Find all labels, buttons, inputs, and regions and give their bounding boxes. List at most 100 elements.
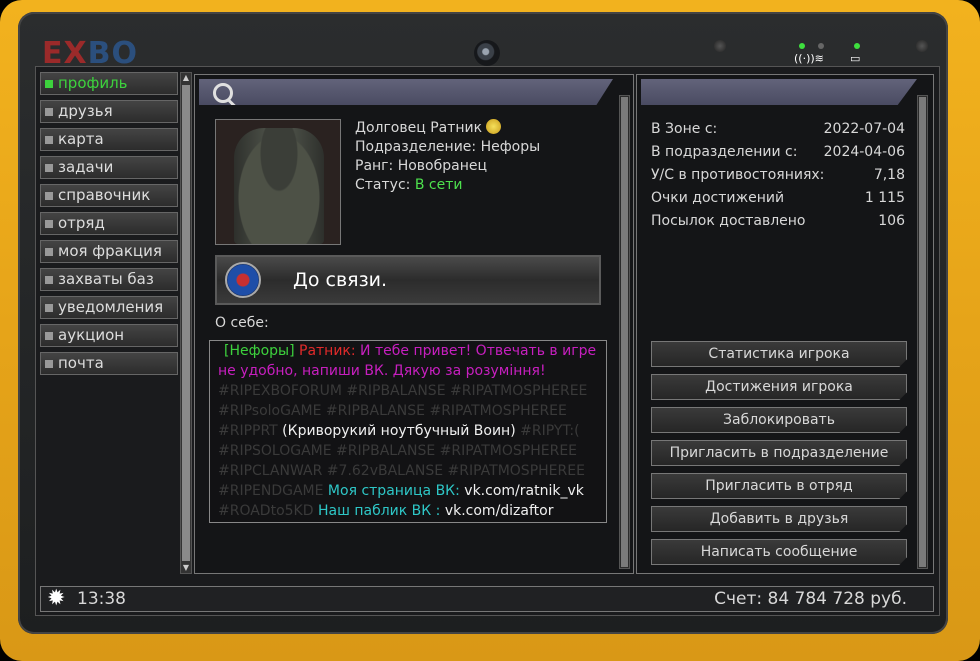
about-tag: #RIPYT:( (515, 423, 580, 439)
player-achievements-button[interactable]: Достижения игрока (651, 374, 907, 400)
stat-value: 7,18 (873, 167, 905, 183)
wifi-icon: ((·))≋ (794, 52, 824, 65)
sidebar-item-friends[interactable]: друзья (40, 100, 178, 123)
bullet-icon (45, 331, 53, 340)
scroll-down-icon[interactable]: ▼ (182, 563, 190, 573)
about-line: не удобно, напиши ВК. Дякую за розуміння… (218, 363, 546, 379)
profile-scrollbar[interactable] (619, 95, 630, 569)
sidebar: профиль друзья карта задачи справочник о… (40, 72, 178, 380)
stat-label: Очки достижений (651, 190, 785, 206)
sidebar-item-profile[interactable]: профиль (40, 72, 178, 95)
about-line: Моя страница ВК: (323, 483, 460, 499)
block-button[interactable]: Заблокировать (651, 407, 907, 433)
scroll-thumb[interactable] (919, 97, 926, 567)
account-balance: Счет: 84 784 728 руб. (714, 589, 907, 609)
sidebar-scrollbar[interactable]: ▲ ▼ (180, 72, 192, 574)
sun-icon: ✹ (47, 586, 66, 611)
stat-row: Очки достижений 1 115 (651, 190, 905, 206)
add-friend-button[interactable]: Добавить в друзья (651, 506, 907, 532)
bullet-icon (45, 247, 53, 256)
stats-panel: В Зоне с: 2022-07-04 В подразделении с: 20… (636, 74, 934, 574)
stat-value: 106 (878, 213, 905, 229)
stat-label: У/С в противостояниях: (651, 167, 825, 183)
sidebar-item-mail[interactable]: почта (40, 352, 178, 375)
sidebar-item-tasks[interactable]: задачи (40, 156, 178, 179)
about-tag: #RIPENDGAME (218, 483, 324, 499)
player-name[interactable]: Долговец Ратник (355, 120, 482, 136)
sidebar-item-notifications[interactable]: уведомления (40, 296, 178, 319)
about-tag: #ROADto5KD (218, 503, 314, 519)
stat-value: 2024-04-06 (823, 144, 905, 160)
about-line: #RIPCLANWAR #7.62vBALANSE #RIPATMOSPHERE… (218, 463, 585, 479)
stat-row: В подразделении с: 2024-04-06 (651, 144, 905, 160)
bullet-icon (45, 191, 53, 200)
stat-label: Посылок доставлено (651, 213, 806, 229)
rank-badge-icon (486, 119, 502, 134)
bullet-icon (45, 163, 53, 172)
bolt-icon (714, 40, 726, 52)
panel-header (199, 79, 613, 105)
bullet-icon (45, 79, 53, 88)
sidebar-item-squad[interactable]: отряд (40, 212, 178, 235)
player-stats-button[interactable]: Статистика игрока (651, 341, 907, 367)
led-indicator (799, 43, 805, 49)
scroll-up-icon[interactable]: ▲ (182, 73, 190, 83)
send-message-button[interactable]: Написать сообщение (651, 539, 907, 565)
vk-link[interactable]: vk.com/ratnik_vk (460, 483, 584, 499)
sidebar-item-faction[interactable]: моя фракция (40, 240, 178, 263)
camera-icon (474, 40, 500, 66)
avatar (215, 119, 341, 245)
status-value: В сети (414, 177, 463, 193)
player-division: Подразделение: Нефоры (355, 139, 541, 155)
about-line: #RIPSOLOGAME #RIPBALANSE #RIPATMOSPHEREE (218, 443, 578, 459)
about-text-box: [Нефоры] Ратник: И тебе привет! Отвечать… (209, 340, 607, 523)
about-line: #RIPEXBOFORUM #RIPBALANSE #RIPATMOSPHERE… (218, 383, 588, 399)
vk-public-link[interactable]: vk.com/dizaftor (440, 503, 554, 519)
stats-scrollbar[interactable] (917, 95, 928, 569)
sidebar-item-auction[interactable]: аукцион (40, 324, 178, 347)
player-rank: Ранг: Новобранец (355, 158, 488, 174)
led-indicator (818, 43, 824, 49)
bullet-icon (45, 303, 53, 312)
scroll-thumb[interactable] (621, 97, 628, 567)
profile-info: Долговец Ратник Подразделение: Нефоры Ра… (355, 119, 540, 195)
radio-icon (225, 262, 261, 298)
about-label: О себе: (215, 315, 269, 331)
scroll-thumb[interactable] (182, 85, 190, 561)
about-line: #RIPsoloGAME #RIPBALANSE #RIPATMOSPHEREE (218, 403, 567, 419)
radio-status-text: До связи. (293, 269, 388, 291)
about-tag: #RIPPRT (218, 423, 278, 439)
search-icon[interactable] (213, 83, 233, 103)
radio-status-bar: До связи. (215, 255, 601, 305)
invite-division-button[interactable]: Пригласить в подразделение (651, 440, 907, 466)
panel-header (641, 79, 917, 105)
stat-label: В подразделении с: (651, 144, 798, 160)
stat-row: Посылок доставлено 106 (651, 213, 905, 229)
clock: 13:38 (77, 589, 126, 609)
stat-value: 1 115 (864, 190, 905, 206)
stat-value: 2022-07-04 (823, 121, 905, 137)
bolt-icon (916, 40, 928, 52)
bullet-icon (45, 219, 53, 228)
about-author: Ратник: (294, 343, 356, 359)
status-bar: ✹ 13:38 Счет: 84 784 728 руб. (40, 586, 934, 612)
about-faction: [Нефоры] (224, 343, 295, 359)
sidebar-item-map[interactable]: карта (40, 128, 178, 151)
about-line: Наш паблик ВК : (313, 503, 441, 519)
bullet-icon (45, 135, 53, 144)
sidebar-item-reference[interactable]: справочник (40, 184, 178, 207)
invite-squad-button[interactable]: Пригласить в отряд (651, 473, 907, 499)
about-line: (Криворукий ноутбучный Воин) (277, 423, 516, 439)
bullet-icon (45, 359, 53, 368)
stat-label: В Зоне с: (651, 121, 718, 137)
battery-icon: ▭ (850, 52, 861, 65)
status-label: Статус: (355, 177, 415, 193)
led-indicator (854, 43, 860, 49)
about-line: И тебе привет! Отвечать в игре (355, 343, 597, 359)
bullet-icon (45, 107, 53, 116)
soldier-portrait (234, 128, 324, 244)
stat-row: В Зоне с: 2022-07-04 (651, 121, 905, 137)
profile-panel: Долговец Ратник Подразделение: Нефоры Ра… (194, 74, 634, 574)
sidebar-item-base-captures[interactable]: захваты баз (40, 268, 178, 291)
bullet-icon (45, 275, 53, 284)
